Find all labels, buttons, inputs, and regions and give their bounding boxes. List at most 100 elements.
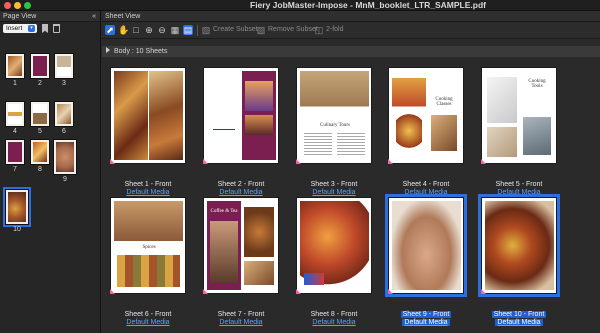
page-image [392, 201, 461, 290]
page-image: Spices [114, 201, 183, 290]
page-image [207, 71, 241, 160]
sheet-label: Sheet 1 - Front [124, 181, 172, 188]
page-image [392, 71, 426, 160]
zoom-in-icon[interactable]: ⊕ [144, 25, 154, 35]
sheet-thumbnail[interactable]: Culinary Tours [296, 67, 372, 164]
sheet-view-toolbar: ⬈ ✋ □ ⊕ ⊖ ▦ ▤ ▧ Create Subset ▧ Remove S… [102, 22, 600, 39]
page-number: 5 [38, 128, 42, 135]
page-view-title: Page View [3, 13, 37, 20]
page-thumbnail[interactable] [31, 140, 49, 164]
page-number: 4 [13, 128, 17, 135]
zoom-out-icon[interactable]: ⊖ [157, 25, 167, 35]
insert-label: Insert [6, 25, 23, 32]
page-number: 7 [13, 166, 17, 173]
page-thumbnail[interactable] [31, 54, 49, 78]
remove-subset-button[interactable]: Remove Subset [268, 25, 318, 35]
page-image: Cooking Tools [520, 71, 554, 160]
media-link[interactable]: Default Media [289, 319, 379, 326]
create-subset-button[interactable]: Create Subset [213, 25, 258, 35]
page-thumbnail[interactable] [6, 140, 24, 164]
sheet-thumbnail[interactable] [110, 67, 186, 164]
remove-subset-icon[interactable]: ▧ [256, 25, 266, 35]
page-heading: Coffee & Tea [210, 209, 238, 214]
sheet-marker-icon [110, 159, 115, 164]
media-link[interactable]: Default Media [103, 189, 193, 196]
page-number: 2 [38, 80, 42, 87]
media-link-selected[interactable]: Default Media [474, 319, 564, 326]
sheet-marker-icon [203, 159, 208, 164]
page-number: 10 [13, 226, 21, 233]
insert-dropdown[interactable]: Insert ▾ [3, 24, 37, 33]
page-view-panel: Page View « Insert ▾ 1 2 3 4 5 6 7 8 9 1… [0, 11, 101, 333]
page-view-header: Page View « [0, 11, 100, 22]
sheet-thumbnail[interactable] [296, 197, 372, 294]
page-thumbnail[interactable] [31, 102, 49, 126]
sheet-thumbnail-selected[interactable] [481, 197, 557, 294]
page-heading: Cooking Tools [528, 79, 546, 89]
bookmark-icon[interactable] [42, 24, 48, 33]
sheet-marker-icon [388, 289, 393, 294]
collapse-panel-icon[interactable]: « [92, 11, 96, 22]
create-subset-icon[interactable]: ▧ [201, 25, 211, 35]
trash-icon[interactable] [53, 24, 60, 33]
hand-tool-icon[interactable]: ✋ [118, 25, 129, 35]
title-bar: Fiery JobMaster-Impose - MnM_booklet_LTR… [0, 0, 600, 11]
sheet-marker-icon [296, 159, 301, 164]
media-link[interactable]: Default Media [196, 319, 286, 326]
page-thumbnail[interactable] [55, 54, 73, 78]
sheet-label: Sheet 5 - Front [495, 181, 543, 188]
page-image [485, 201, 554, 290]
sheet-marker-icon [388, 159, 393, 164]
media-link[interactable]: Default Media [289, 189, 379, 196]
page-number: 1 [13, 80, 17, 87]
fit-page-icon[interactable]: ▦ [170, 25, 180, 35]
sheet-view-header: Sheet View [102, 11, 600, 22]
page-thumbnail[interactable] [6, 54, 24, 78]
page-thumbnail[interactable] [55, 102, 73, 126]
window-title: Fiery JobMaster-Impose - MnM_booklet_LTR… [250, 0, 486, 10]
sheet-thumbnail-selected[interactable] [388, 197, 464, 294]
sheet-thumbnail[interactable]: Spices [110, 197, 186, 294]
sheet-marker-icon [203, 289, 208, 294]
sheet-marker-icon [296, 289, 301, 294]
media-link[interactable]: Default Media [196, 189, 286, 196]
media-link[interactable]: Default Media [103, 319, 193, 326]
zoom-window-button[interactable] [24, 2, 31, 9]
close-window-button[interactable] [4, 2, 11, 9]
page-thumbnail[interactable] [54, 140, 76, 174]
page-view-toolbar: Insert ▾ [0, 22, 100, 36]
sheet-label: Sheet 6 - Front [124, 311, 172, 318]
sheet-thumbnail[interactable] [203, 67, 279, 164]
page-image [300, 201, 369, 290]
page-heading: Spices [142, 245, 156, 250]
page-heading: Cooking Classes [435, 97, 453, 107]
media-link[interactable]: Default Media [381, 189, 471, 196]
page-layout-icon[interactable]: ▤ [183, 25, 193, 35]
sheet-thumbnail[interactable]: Coffee & Tea [203, 197, 279, 294]
section-header[interactable]: Body : 10 Sheets [102, 46, 600, 57]
sheet-label-selected: Sheet 9 - Front [400, 311, 452, 318]
sheet-thumbnail[interactable]: Cooking Tools [481, 67, 557, 164]
sheet-label: Sheet 3 - Front [310, 181, 358, 188]
page-thumbnail-selected[interactable] [3, 187, 31, 227]
media-link[interactable]: Default Media [474, 189, 564, 196]
two-fold-button[interactable]: 2-fold [326, 25, 344, 35]
minimize-window-button[interactable] [14, 2, 21, 9]
page-number: 9 [63, 176, 67, 183]
page-image: Culinary Tours [300, 71, 369, 160]
page-number: 3 [62, 80, 66, 87]
two-fold-icon[interactable]: ◫ [314, 25, 324, 35]
pointer-tool-icon[interactable]: ⬈ [105, 25, 115, 35]
sheet-view-panel: Sheet View ⬈ ✋ □ ⊕ ⊖ ▦ ▤ ▧ Create Subset… [102, 11, 600, 333]
crop-tool-icon[interactable]: □ [131, 25, 141, 35]
sheet-label-selected: Sheet 10 - Front [491, 311, 547, 318]
page-image [242, 201, 276, 290]
disclosure-triangle-icon[interactable] [106, 47, 110, 53]
sheet-label: Sheet 8 - Front [310, 311, 358, 318]
sheet-thumbnail[interactable]: Cooking Classes [388, 67, 464, 164]
sheet-grid: Sheet 1 - Front Default Media Sheet 2 - … [102, 57, 600, 333]
page-image [114, 71, 148, 160]
media-link-selected[interactable]: Default Media [381, 319, 471, 326]
page-thumbnail[interactable] [6, 102, 24, 126]
page-number: 6 [62, 128, 66, 135]
